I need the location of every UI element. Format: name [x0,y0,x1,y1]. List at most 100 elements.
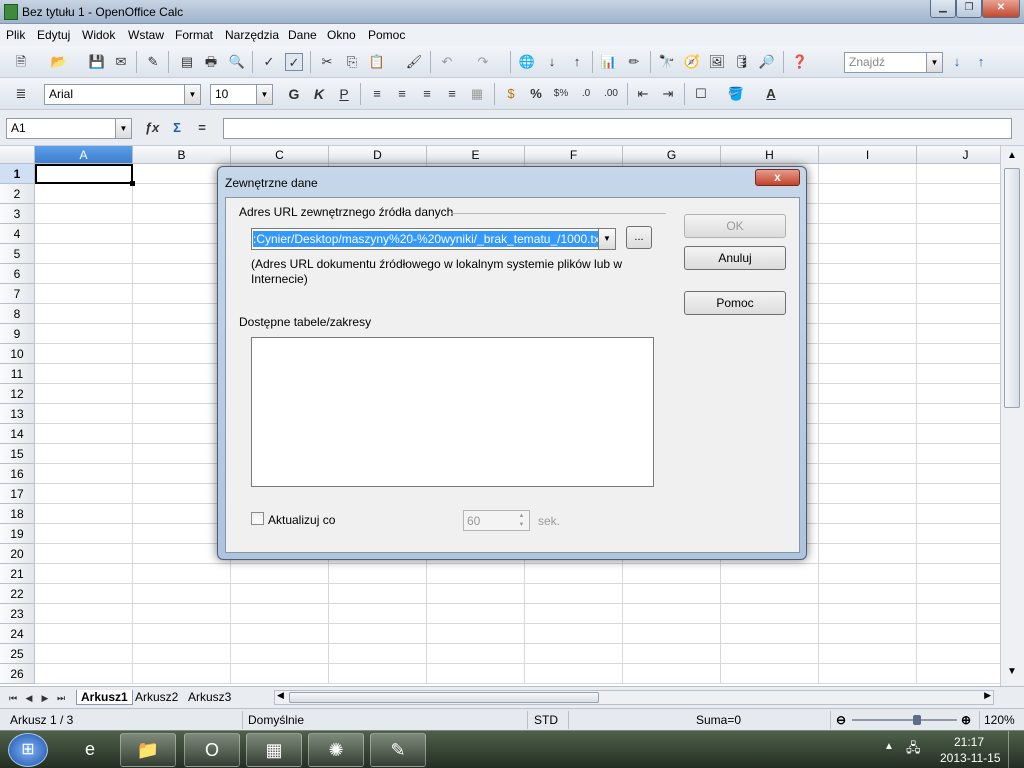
row-header-9[interactable]: 9 [0,324,35,344]
maximize-button[interactable]: ❐ [956,0,982,18]
cancel-button[interactable]: Anuluj [684,246,786,270]
horizontal-scrollbar[interactable]: ◀ ▶ [274,690,994,705]
new-document-icon[interactable]: 🗎 [12,53,30,71]
row-header-5[interactable]: 5 [0,244,35,264]
sort-descending-icon[interactable]: ↑ [568,53,586,71]
menu-narzedzia[interactable]: Narzędzia [225,28,279,42]
row-header-19[interactable]: 19 [0,524,35,544]
openoffice-calc-icon[interactable]: ▦ [246,733,302,767]
scroll-down-icon[interactable]: ▼ [1003,666,1021,682]
zoom-in-icon[interactable]: ⊕ [961,713,971,727]
sort-ascending-icon[interactable]: ↓ [543,53,561,71]
italic-icon[interactable]: K [310,85,328,103]
chevron-down-icon[interactable]: ▼ [184,85,200,104]
row-header-8[interactable]: 8 [0,304,35,324]
paste-icon[interactable]: 📋 [368,53,386,71]
formula-icon[interactable]: = [193,119,211,137]
merge-cells-icon[interactable]: ▦ [468,85,486,103]
last-sheet-icon[interactable]: ⏭ [52,689,70,707]
hyperlink-icon[interactable]: 🌐 [518,53,536,71]
menu-widok[interactable]: Widok [82,28,115,42]
standard-format-icon[interactable]: $% [552,85,570,103]
vertical-scrollbar[interactable]: ▲ ▼ [1000,146,1024,686]
column-header-f[interactable]: F [525,146,623,164]
show-hidden-icons-icon[interactable]: ▲ [884,741,894,752]
row-header-23[interactable]: 23 [0,604,35,624]
find-replace-icon[interactable]: 🔭 [658,53,676,71]
menu-okno[interactable]: Okno [327,28,356,42]
sum-icon[interactable]: Σ [168,119,186,137]
redo-icon[interactable]: ↷ [474,53,492,71]
column-header-a[interactable]: A [35,146,133,164]
row-header-7[interactable]: 7 [0,284,35,304]
url-input[interactable]: :Cynier/Desktop/maszyny%20-%20wyniki/_br… [253,231,604,247]
zoom-icon[interactable]: 🔎 [758,53,776,71]
decrease-indent-icon[interactable]: ⇤ [634,85,652,103]
zoom-slider-thumb[interactable] [913,715,921,725]
font-color-icon[interactable]: A [762,85,780,103]
export-pdf-icon[interactable]: ▤ [178,53,196,71]
row-header-4[interactable]: 4 [0,224,35,244]
row-header-22[interactable]: 22 [0,584,35,604]
background-color-icon[interactable]: 🪣 [727,85,745,103]
font-size-select[interactable]: 10 ▼ [210,84,273,105]
spellcheck-icon[interactable]: ✓ [260,53,278,71]
autospellcheck-icon[interactable]: ✓ [285,53,303,71]
find-previous-icon[interactable]: ↑ [972,53,990,71]
row-header-21[interactable]: 21 [0,564,35,584]
url-combobox[interactable]: :Cynier/Desktop/maszyny%20-%20wyniki/_br… [251,228,616,250]
zoom-level[interactable]: 120% [984,713,1015,727]
chart-icon[interactable]: 📊 [600,53,618,71]
print-preview-icon[interactable]: 🔍 [228,53,246,71]
copy-icon[interactable]: ⎘ [343,53,361,71]
align-right-icon[interactable]: ≡ [418,85,436,103]
select-all-corner[interactable] [0,146,35,164]
save-icon[interactable]: 💾 [88,53,106,71]
dialog-close-button[interactable]: x [755,169,800,186]
data-sources-icon[interactable]: 🛢 [733,53,751,71]
increase-indent-icon[interactable]: ⇥ [659,85,677,103]
bold-icon[interactable]: G [285,85,303,103]
chevron-down-icon[interactable]: ▼ [598,229,615,249]
sheet-tab-arkusz2[interactable]: Arkusz2 [133,690,180,704]
menu-dane[interactable]: Dane [288,28,317,42]
menu-plik[interactable]: Plik [6,28,25,42]
gallery-icon[interactable]: 🖼 [708,53,726,71]
chevron-down-icon[interactable]: ▼ [926,53,942,72]
row-header-16[interactable]: 16 [0,464,35,484]
scroll-right-icon[interactable]: ▶ [984,690,991,701]
opera-icon[interactable]: O [184,733,240,767]
column-header-i[interactable]: I [819,146,917,164]
add-decimal-icon[interactable]: .0 [577,85,595,103]
undo-icon[interactable]: ↶ [438,53,456,71]
font-name-select[interactable]: Arial ▼ [44,84,201,105]
row-header-15[interactable]: 15 [0,444,35,464]
sheet-tab-arkusz1[interactable]: Arkusz1 [76,690,133,705]
email-icon[interactable]: ✉ [112,53,130,71]
percent-icon[interactable]: % [527,85,545,103]
scroll-thumb[interactable] [1004,168,1020,408]
horizontal-scroll-thumb[interactable] [289,692,599,703]
notepad-app-icon[interactable]: ✎ [370,733,426,767]
row-header-25[interactable]: 25 [0,644,35,664]
zoom-out-icon[interactable]: ⊖ [836,713,846,727]
open-icon[interactable]: 📂 [50,53,68,71]
draw-functions-icon[interactable]: ✏ [625,53,643,71]
column-header-b[interactable]: B [133,146,231,164]
network-icon[interactable]: 🖧 [906,739,921,761]
row-header-26[interactable]: 26 [0,664,35,684]
help-icon[interactable]: ❓ [791,53,809,71]
row-header-11[interactable]: 11 [0,364,35,384]
justify-icon[interactable]: ≡ [443,85,461,103]
find-field[interactable]: Znajdź ▼ [844,52,943,73]
navigator-icon[interactable]: 🧭 [683,53,701,71]
row-header-14[interactable]: 14 [0,424,35,444]
chevron-down-icon[interactable]: ▼ [115,119,131,138]
align-center-icon[interactable]: ≡ [393,85,411,103]
column-header-d[interactable]: D [329,146,427,164]
find-next-icon[interactable]: ↓ [948,53,966,71]
row-header-17[interactable]: 17 [0,484,35,504]
chevron-down-icon[interactable]: ▼ [256,85,272,104]
fill-handle[interactable] [130,181,135,186]
function-wizard-icon[interactable]: ƒx [143,119,161,137]
